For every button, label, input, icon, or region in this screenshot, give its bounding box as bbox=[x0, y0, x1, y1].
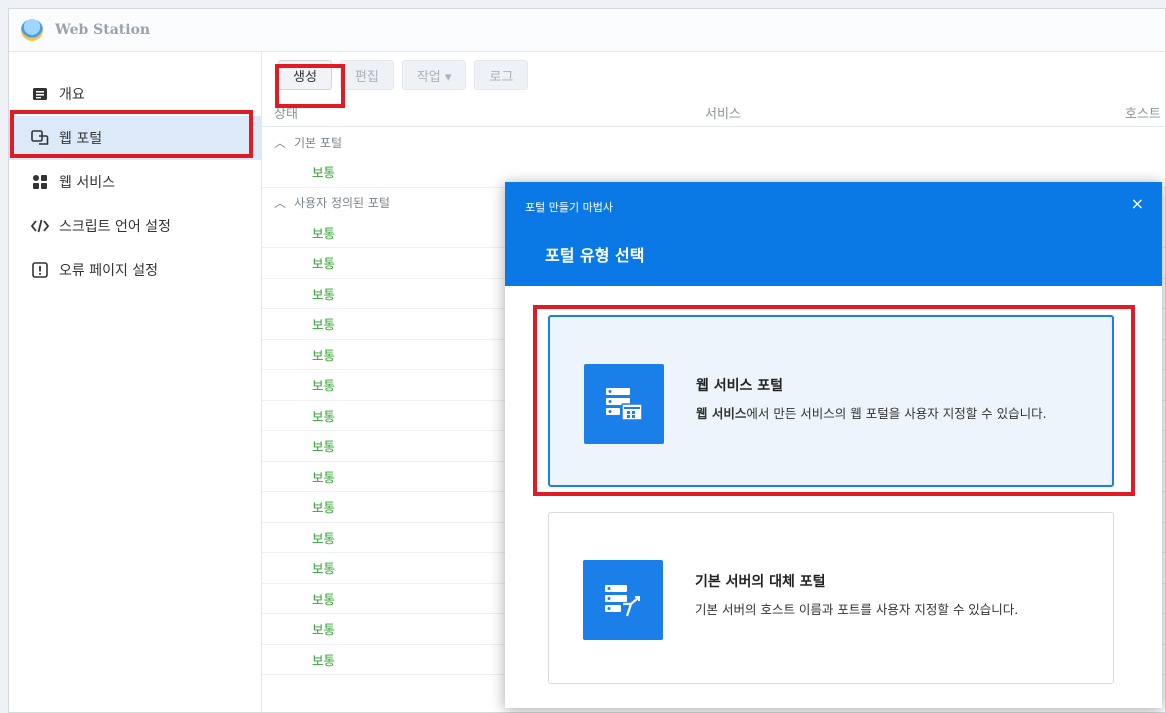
dialog-title: 포털 유형 선택 bbox=[545, 246, 645, 265]
error-page-icon bbox=[31, 261, 49, 279]
option-web-service-portal[interactable]: 웹 서비스 포털 웹 서비스에서 만든 서비스의 웹 포털을 사용자 지정할 수… bbox=[548, 315, 1114, 487]
edit-button[interactable]: 편집 bbox=[339, 60, 394, 90]
sidebar: 개요 웹 포털 웹 서비스 스크립트 언어 설정 오류 페이지 설정 bbox=[9, 52, 262, 712]
status-text: 보통 bbox=[312, 317, 336, 333]
toolbar: 생성 편집 작업 ▾ 로그 bbox=[262, 52, 1165, 98]
status-text: 보통 bbox=[312, 561, 336, 577]
status-text: 보통 bbox=[312, 256, 336, 272]
option-title: 웹 서비스 포털 bbox=[696, 378, 784, 394]
wizard-title: 포털 만들기 마법사 bbox=[525, 201, 613, 214]
column-header-status[interactable]: 상태 bbox=[274, 103, 298, 122]
status-text: 보통 bbox=[312, 378, 336, 394]
group-default-portal[interactable]: ︿ 기본 포털 bbox=[262, 127, 1165, 157]
create-button[interactable]: 생성 bbox=[278, 60, 332, 90]
sidebar-item-label: 웹 포털 bbox=[59, 131, 103, 147]
sidebar-item-label: 웹 서비스 bbox=[59, 175, 115, 191]
status-text: 보통 bbox=[312, 622, 336, 638]
status-text: 보통 bbox=[312, 500, 336, 516]
table-header: 상태 서비스 호스트 bbox=[262, 98, 1165, 127]
web-service-portal-icon bbox=[584, 364, 664, 444]
option-description: 웹 서비스에서 만든 서비스의 웹 포털을 사용자 지정할 수 있습니다. bbox=[696, 403, 1096, 424]
code-icon bbox=[31, 217, 49, 235]
sidebar-item-script-language[interactable]: 스크립트 언어 설정 bbox=[9, 204, 261, 248]
sidebar-item-label: 개요 bbox=[59, 87, 85, 103]
group-label: 사용자 정의된 포털 bbox=[294, 196, 390, 210]
app-logo-icon bbox=[21, 19, 43, 41]
dialog-header: 포털 만들기 마법사 × 포털 유형 선택 bbox=[505, 182, 1162, 286]
portal-wizard-dialog: 포털 만들기 마법사 × 포털 유형 선택 웹 서비스 포털 웹 서비스에서 만… bbox=[505, 182, 1162, 708]
column-header-host[interactable]: 호스트 bbox=[1125, 103, 1161, 122]
status-text: 보통 bbox=[312, 165, 336, 181]
sidebar-item-web-service[interactable]: 웹 서비스 bbox=[9, 160, 261, 204]
option-description: 기본 서버의 호스트 이름과 포트를 사용자 지정할 수 있습니다. bbox=[695, 602, 1019, 617]
status-text: 보통 bbox=[312, 469, 336, 485]
status-text: 보통 bbox=[312, 652, 336, 668]
option-title: 기본 서버의 대체 포털 bbox=[695, 574, 826, 590]
status-text: 보통 bbox=[312, 439, 336, 455]
title-bar: Web Station bbox=[9, 9, 1165, 52]
status-text: 보통 bbox=[312, 530, 336, 546]
app-title: Web Station bbox=[55, 22, 151, 38]
collapse-chevron-icon: ︿ bbox=[274, 135, 287, 150]
log-button[interactable]: 로그 bbox=[474, 60, 529, 90]
group-label: 기본 포털 bbox=[294, 135, 342, 150]
option-desc-bold: 웹 서비스 bbox=[696, 406, 747, 421]
sidebar-item-web-portal[interactable]: 웹 포털 bbox=[9, 116, 261, 160]
sidebar-item-overview[interactable]: 개요 bbox=[9, 72, 261, 116]
status-text: 보통 bbox=[312, 286, 336, 302]
option-alternative-portal[interactable]: 기본 서버의 대체 포털 기본 서버의 호스트 이름과 포트를 사용자 지정할 … bbox=[548, 512, 1114, 684]
status-text: 보통 bbox=[312, 225, 336, 241]
status-text: 보통 bbox=[312, 591, 336, 607]
overview-icon bbox=[31, 85, 49, 103]
sidebar-item-label: 스크립트 언어 설정 bbox=[59, 219, 171, 235]
status-text: 보통 bbox=[312, 408, 336, 424]
status-text: 보통 bbox=[312, 347, 336, 363]
close-icon[interactable]: × bbox=[1131, 194, 1144, 213]
web-portal-icon bbox=[31, 129, 49, 147]
alternative-portal-icon bbox=[583, 560, 663, 640]
sidebar-item-label: 오류 페이지 설정 bbox=[59, 263, 159, 279]
column-header-service[interactable]: 서비스 bbox=[705, 103, 741, 122]
collapse-chevron-icon: ︿ bbox=[274, 196, 287, 210]
option-desc-rest: 에서 만든 서비스의 웹 포털을 사용자 지정할 수 있습니다. bbox=[746, 406, 1047, 421]
web-service-icon bbox=[31, 173, 49, 191]
action-dropdown-button[interactable]: 작업 ▾ bbox=[401, 60, 467, 90]
sidebar-item-error-page[interactable]: 오류 페이지 설정 bbox=[9, 248, 261, 292]
